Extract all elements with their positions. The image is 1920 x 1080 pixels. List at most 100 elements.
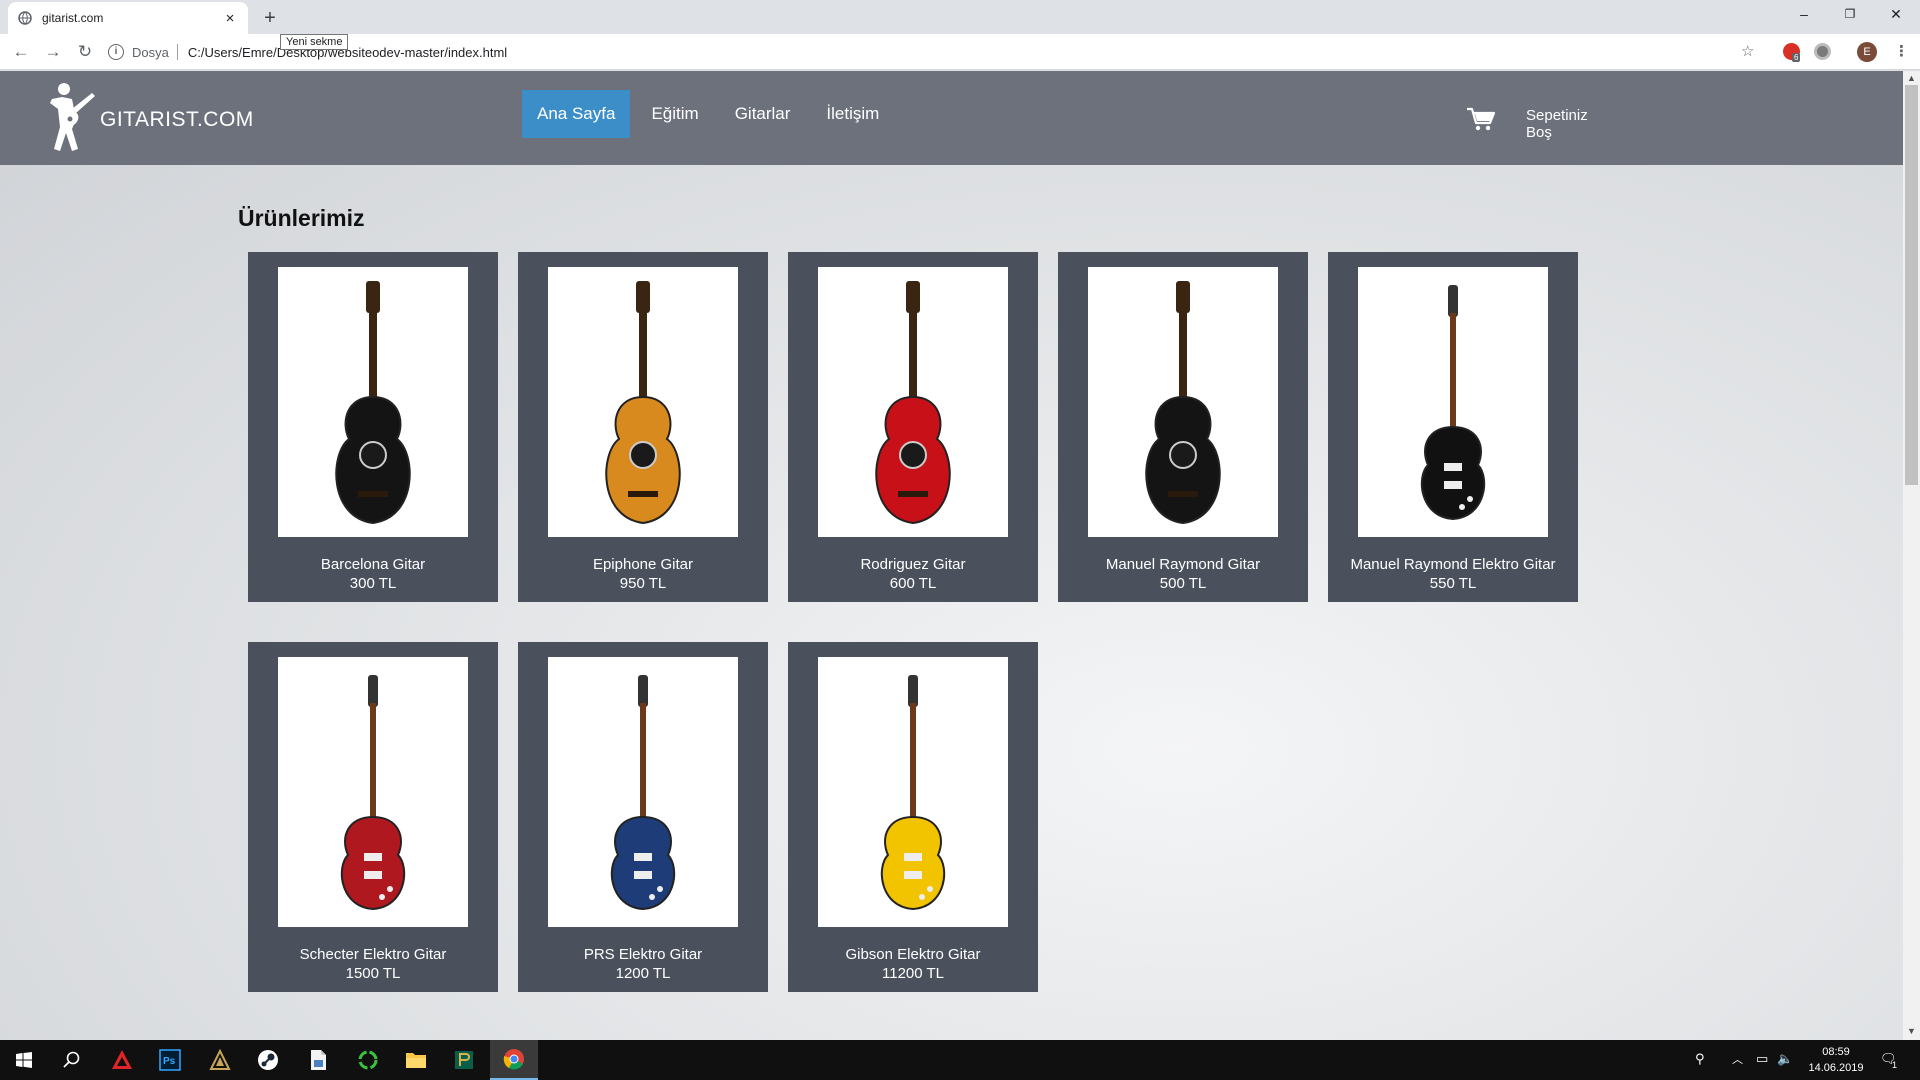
close-tab-icon[interactable]: × [222, 10, 238, 27]
product-image[interactable] [278, 267, 468, 537]
guitarist-logo-icon[interactable] [42, 79, 102, 159]
product-price: 11200 TL [882, 965, 944, 982]
refresh-app-icon[interactable] [344, 1040, 392, 1080]
product-name[interactable]: Barcelona Gitar [248, 555, 498, 574]
nav-egitim[interactable]: Eğitim [636, 90, 713, 138]
search-icon[interactable] [48, 1040, 96, 1080]
notification-count: 1 [1892, 1060, 1898, 1070]
product-name[interactable]: Epiphone Gitar [518, 555, 768, 574]
restore-button[interactable]: ❐ [1827, 0, 1873, 30]
scheme-label: Dosya [132, 44, 169, 60]
classical-guitar-black-icon [335, 281, 411, 525]
extension-badge: 6 [1792, 53, 1801, 62]
product-name[interactable]: Schecter Elektro Gitar [248, 945, 498, 964]
windows-start-icon[interactable] [0, 1040, 48, 1080]
scrollbar-thumb[interactable] [1905, 85, 1918, 485]
product-price: 500 TL [1159, 575, 1207, 592]
product-name[interactable]: Manuel Raymond Elektro Gitar [1328, 555, 1578, 574]
chrome-icon[interactable] [490, 1040, 538, 1080]
product-card[interactable]: Manuel Raymond Gitar 500 TL [1058, 252, 1308, 602]
product-image[interactable] [818, 267, 1008, 537]
cart-label: Sepetiniz [1526, 107, 1588, 124]
browser-tabstrip: gitarist.com × + – ❐ ✕ [0, 0, 1920, 34]
divider [176, 44, 178, 60]
taskbar-clock[interactable]: 08:59 14.06.2019 [1806, 1044, 1866, 1076]
scroll-down-arrow-icon[interactable]: ▼ [1903, 1026, 1920, 1036]
classical-guitar-red-icon [875, 281, 951, 525]
globe-icon [18, 11, 32, 25]
nav-iletisim[interactable]: İletişim [811, 90, 894, 138]
product-card[interactable]: Rodriguez Gitar 600 TL [788, 252, 1038, 602]
electric-guitar-black-icon [1420, 285, 1486, 521]
product-price: 550 TL [1429, 575, 1477, 592]
close-window-button[interactable]: ✕ [1873, 0, 1919, 30]
cart-status: Boş [1526, 124, 1552, 141]
product-image[interactable] [1358, 267, 1548, 537]
reload-icon[interactable]: ↻ [72, 39, 98, 65]
extension-icon[interactable] [1814, 43, 1831, 60]
windows-taskbar: Ps ⚲ ︿ ▭ 🔈 08:59 14.06.2019 🗨 1 [0, 1040, 1920, 1080]
electric-guitar-yellow-icon [880, 675, 946, 911]
page-viewport: GITARIST.COM Ana Sayfa Eğitim Gitarlar İ… [0, 71, 1903, 1040]
product-image[interactable] [548, 657, 738, 927]
cart-summary[interactable]: Sepetiniz Boş [1526, 107, 1588, 141]
app-icon[interactable] [440, 1040, 488, 1080]
section-title: Ürünlerimiz [238, 205, 365, 231]
nav-ana-sayfa[interactable]: Ana Sayfa [522, 90, 631, 138]
main-nav: Ana Sayfa Eğitim Gitarlar İletişim [522, 90, 900, 138]
svg-text:Ps: Ps [163, 1056, 176, 1067]
product-image[interactable] [548, 267, 738, 537]
product-price: 1200 TL [615, 965, 671, 982]
product-card[interactable]: Barcelona Gitar 300 TL [248, 252, 498, 602]
product-image[interactable] [278, 657, 468, 927]
avatar[interactable]: E [1857, 42, 1877, 62]
product-card[interactable]: Schecter Elektro Gitar 1500 TL [248, 642, 498, 992]
product-price: 600 TL [889, 575, 937, 592]
product-name[interactable]: Manuel Raymond Gitar [1058, 555, 1308, 574]
brand-name[interactable]: GITARIST.COM [100, 108, 254, 132]
menu-kebab-icon[interactable]: ⋮ [1894, 42, 1909, 60]
classical-guitar-natural-icon [605, 281, 681, 525]
product-price: 300 TL [349, 575, 397, 592]
bookmark-star-icon[interactable]: ☆ [1741, 42, 1754, 60]
classical-guitar-black-icon [1145, 281, 1221, 525]
photoshop-icon[interactable]: Ps [146, 1040, 194, 1080]
product-image[interactable] [818, 657, 1008, 927]
product-price: 950 TL [619, 575, 667, 592]
file-icon[interactable] [294, 1040, 342, 1080]
page-scrollbar[interactable]: ▲ ▼ [1903, 71, 1920, 1040]
acrobat-icon[interactable] [98, 1040, 146, 1080]
address-bar[interactable]: i Dosya C:/Users/Emre/Desktop/websiteode… [108, 37, 1768, 67]
product-card[interactable]: Gibson Elektro Gitar 11200 TL [788, 642, 1038, 992]
file-explorer-icon[interactable] [392, 1040, 440, 1080]
steam-icon[interactable] [244, 1040, 292, 1080]
minimize-button[interactable]: – [1781, 0, 1827, 30]
chevron-up-icon[interactable]: ︿ [1732, 1051, 1743, 1067]
back-arrow-icon[interactable]: ← [8, 39, 34, 65]
forward-arrow-icon[interactable]: → [40, 39, 66, 65]
product-name[interactable]: Gibson Elektro Gitar [788, 945, 1038, 964]
network-icon[interactable]: ▭ [1756, 1051, 1768, 1067]
scroll-up-arrow-icon[interactable]: ▲ [1903, 73, 1920, 83]
electric-guitar-blue-icon [610, 675, 676, 911]
new-tab-button[interactable]: + [256, 5, 284, 33]
volume-icon[interactable]: 🔈 [1777, 1051, 1793, 1067]
browser-tab[interactable]: gitarist.com × [8, 2, 248, 34]
nav-gitarlar[interactable]: Gitarlar [720, 90, 806, 138]
clock-date: 14.06.2019 [1808, 1062, 1864, 1074]
new-tab-tooltip: Yeni sekme [280, 34, 349, 50]
product-card[interactable]: Epiphone Gitar 950 TL [518, 252, 768, 602]
clock-time: 08:59 [1822, 1046, 1850, 1058]
product-image[interactable] [1088, 267, 1278, 537]
product-card[interactable]: PRS Elektro Gitar 1200 TL [518, 642, 768, 992]
people-icon[interactable]: ⚲ [1695, 1051, 1705, 1067]
site-header: GITARIST.COM Ana Sayfa Eğitim Gitarlar İ… [0, 71, 1903, 165]
app-icon[interactable] [196, 1040, 244, 1080]
product-price: 1500 TL [345, 965, 401, 982]
tab-title: gitarist.com [42, 11, 104, 25]
product-name[interactable]: Rodriguez Gitar [788, 555, 1038, 574]
product-card[interactable]: Manuel Raymond Elektro Gitar 550 TL [1328, 252, 1578, 602]
product-name[interactable]: PRS Elektro Gitar [518, 945, 768, 964]
info-icon[interactable]: i [108, 44, 124, 60]
cart-icon[interactable] [1466, 107, 1496, 131]
